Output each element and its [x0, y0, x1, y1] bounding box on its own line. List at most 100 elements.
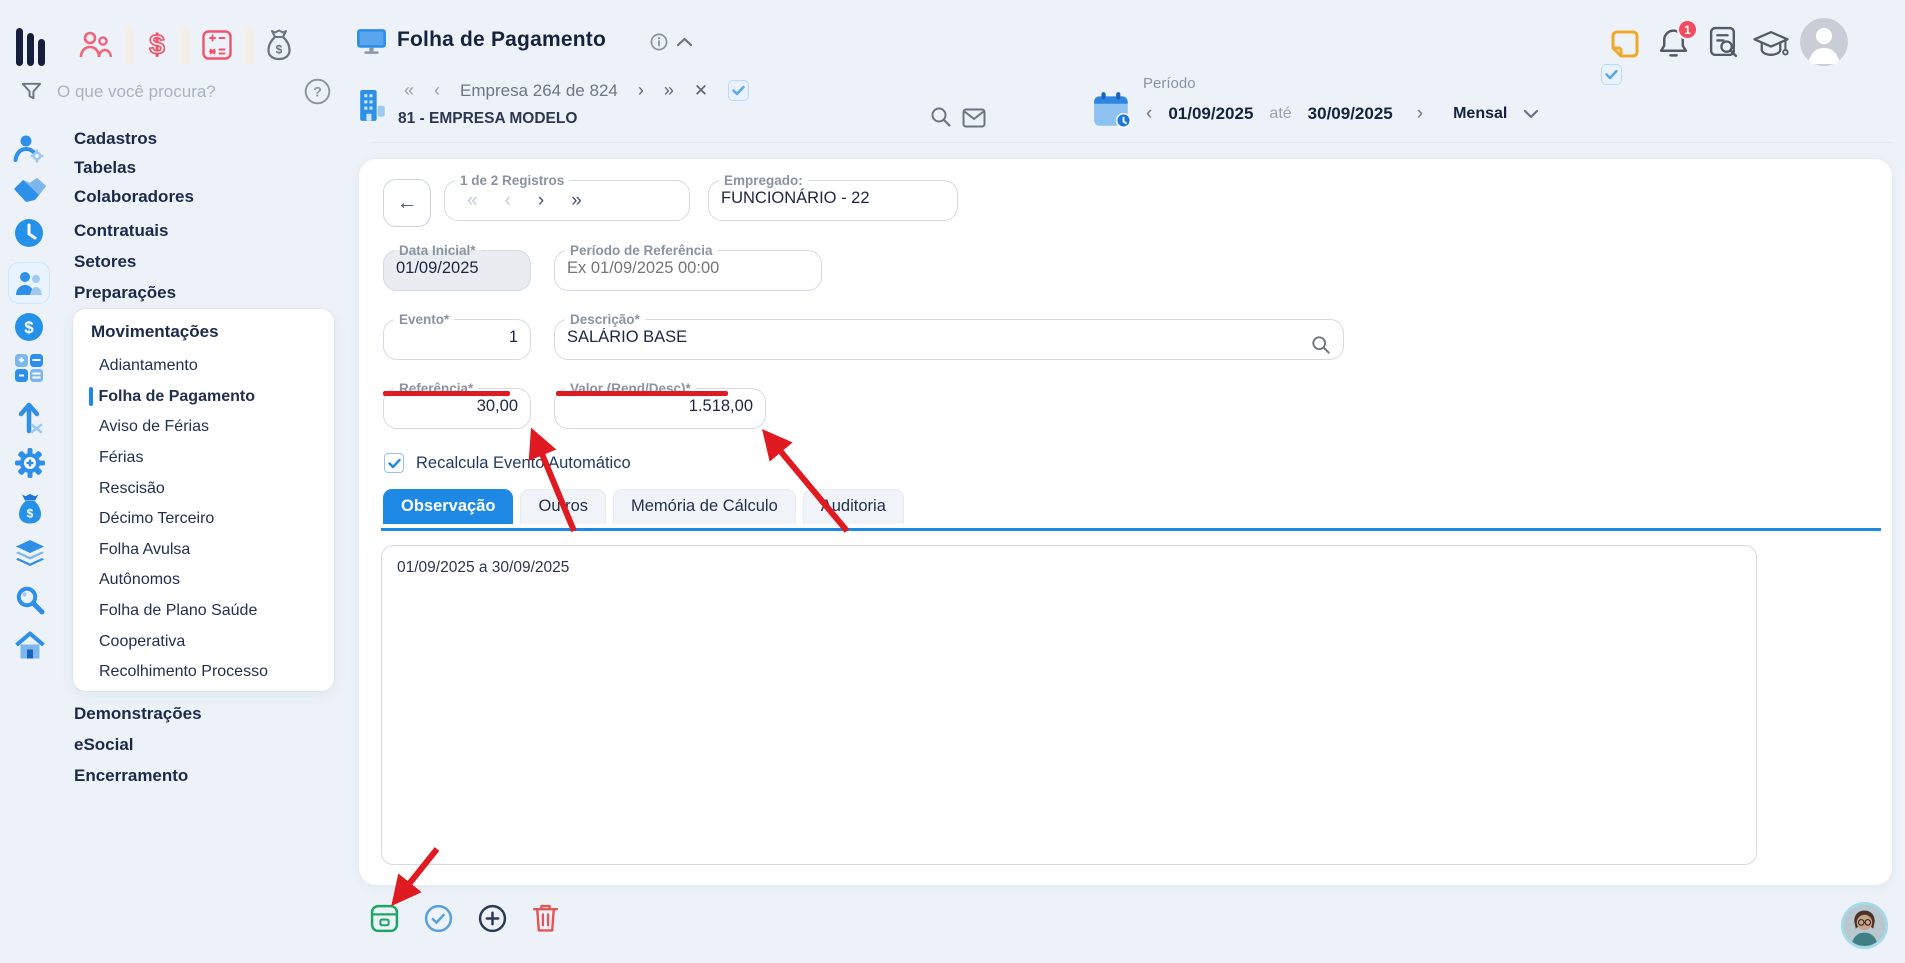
money-bag-icon[interactable]: $ [16, 492, 44, 526]
record-first-button[interactable]: « [467, 190, 478, 212]
search-input[interactable] [57, 81, 269, 102]
notification-badge: 1 [1677, 19, 1698, 40]
record-next-button[interactable]: › [538, 190, 544, 212]
submenu-item-autonomos[interactable]: Autônomos [73, 565, 334, 596]
period-checkbox[interactable] [1601, 64, 1622, 85]
submenu-item-label: Adiantamento [99, 357, 198, 375]
info-icon[interactable] [650, 33, 668, 51]
delete-icon[interactable] [532, 903, 559, 934]
submenu-item-folha-de-pagamento[interactable]: Folha de Pagamento [73, 382, 334, 413]
svg-text:?: ? [313, 84, 322, 100]
tabs-underline [381, 528, 1881, 531]
evento-input[interactable] [384, 327, 530, 353]
save-icon[interactable] [370, 904, 399, 933]
bell-icon[interactable]: 1 [1658, 19, 1698, 59]
chevron-down-icon[interactable] [1523, 109, 1539, 119]
submenu-title[interactable]: Movimentações [91, 322, 334, 342]
sidebar-item-contratuais[interactable]: Contratuais [74, 216, 194, 245]
tab-auditoria[interactable]: Auditoria [802, 489, 904, 524]
back-button[interactable]: ← [383, 179, 431, 227]
calculator-icon[interactable] [14, 353, 44, 383]
submenu-item-label: Folha Avulsa [99, 540, 191, 558]
sidebar-item-colaboradores[interactable]: Colaboradores [74, 182, 194, 211]
logo-bar [27, 33, 34, 66]
valor-input[interactable] [555, 396, 765, 422]
period-frequency-select[interactable]: Mensal [1453, 105, 1507, 123]
submenu-item-rescisao[interactable]: Rescisão [73, 473, 334, 504]
employee-value: FUNCIONÁRIO - 22 [721, 189, 870, 207]
sidebar-item-tabelas[interactable]: Tabelas [74, 153, 194, 182]
sidebar-item-cadastros[interactable]: Cadastros [74, 124, 194, 153]
period-start-date[interactable]: 01/09/2025 [1168, 104, 1253, 124]
recalcula-label: Recalcula Evento Automático [416, 453, 631, 472]
period-label: Período [1143, 75, 1196, 92]
sidebar-item-setores[interactable]: Setores [74, 247, 194, 276]
company-search-icon[interactable] [930, 106, 952, 128]
people-icon[interactable] [78, 30, 112, 60]
referencia-input[interactable] [384, 396, 530, 422]
record-last-button[interactable]: » [571, 190, 582, 212]
period-prev-button[interactable]: ‹ [1146, 103, 1152, 125]
period-end-date[interactable]: 30/09/2025 [1308, 104, 1393, 124]
user-avatar[interactable] [1800, 18, 1848, 66]
company-next-button[interactable]: › [638, 80, 644, 101]
period-next-button[interactable]: › [1417, 103, 1423, 125]
periodo-referencia-input[interactable] [555, 258, 821, 284]
submenu-item-adiantamento[interactable]: Adiantamento [73, 351, 334, 382]
gear-icon[interactable] [14, 447, 46, 479]
submenu-item-label: Décimo Terceiro [99, 510, 215, 528]
record-prev-button[interactable]: ‹ [505, 190, 511, 212]
recalcula-checkbox[interactable] [384, 453, 404, 473]
submenu-item-ferias[interactable]: Férias [73, 443, 334, 474]
app-logo[interactable] [16, 22, 49, 66]
sidebar-item-preparacoes[interactable]: Preparações [74, 278, 194, 307]
trend-up-icon[interactable] [17, 401, 44, 434]
payroll-form-card: ← 1 de 2 Registros « ‹ › » Empregado: FU… [358, 158, 1893, 886]
chevron-up-icon[interactable] [676, 36, 693, 47]
calculator-icon[interactable] [202, 30, 232, 60]
descricao-input[interactable] [555, 327, 1343, 353]
company-prev-button[interactable]: ‹ [434, 80, 440, 101]
referencia-field: Referência* [383, 381, 531, 429]
submenu-item-cooperativa[interactable]: Cooperativa [73, 626, 334, 657]
tab-memoria-de-calculo[interactable]: Memória de Cálculo [613, 489, 796, 524]
submenu-item-folha-de-plano-saude[interactable]: Folha de Plano Saúde [73, 596, 334, 627]
clock-icon[interactable] [13, 217, 45, 249]
help-icon[interactable]: ? [304, 78, 331, 105]
observacao-textarea[interactable]: 01/09/2025 a 30/09/2025 [381, 545, 1757, 865]
data-inicial-input[interactable] [384, 258, 530, 284]
submenu-item-folha-avulsa[interactable]: Folha Avulsa [73, 535, 334, 566]
user-gear-icon[interactable] [13, 132, 45, 164]
company-clear-button[interactable]: ✕ [694, 81, 708, 101]
submenu-item-decimo-terceiro[interactable]: Décimo Terceiro [73, 504, 334, 535]
home-icon[interactable] [14, 631, 46, 661]
dollar-icon[interactable]: $ [146, 28, 168, 62]
submenu-item-recolhimento-processo[interactable]: Recolhimento Processo [73, 657, 334, 688]
data-inicial-field: Data Inicial* [383, 243, 531, 291]
check-circle-icon[interactable] [424, 904, 453, 933]
sidebar-item-encerramento[interactable]: Encerramento [74, 760, 202, 791]
descricao-search-icon[interactable] [1311, 335, 1331, 355]
add-circle-icon[interactable] [478, 904, 507, 933]
document-search-icon[interactable] [1708, 26, 1739, 59]
note-icon[interactable] [1607, 26, 1643, 62]
sidebar-item-demonstracoes[interactable]: Demonstrações [74, 698, 202, 729]
dollar-circle-icon[interactable]: $ [13, 311, 45, 343]
filter-icon[interactable] [20, 80, 43, 103]
tab-outros[interactable]: Outros [520, 489, 607, 524]
support-agent-avatar[interactable] [1841, 902, 1888, 949]
submenu-item-aviso-de-ferias[interactable]: Aviso de Férias [73, 412, 334, 443]
sidebar-item-esocial[interactable]: eSocial [74, 729, 202, 760]
money-bag-icon[interactable]: $ [266, 28, 292, 62]
people-rail-item-active[interactable] [8, 262, 50, 304]
company-first-button[interactable]: « [404, 80, 414, 101]
svg-text:$: $ [24, 318, 34, 337]
graduation-cap-icon[interactable] [1752, 28, 1790, 61]
layers-icon[interactable] [14, 539, 46, 568]
company-checkbox[interactable] [728, 80, 750, 101]
search-icon[interactable] [15, 585, 45, 615]
mail-icon[interactable] [962, 108, 986, 128]
tab-observacao[interactable]: Observação [383, 489, 514, 524]
handshake-icon[interactable] [12, 176, 48, 203]
company-last-button[interactable]: » [664, 80, 674, 101]
